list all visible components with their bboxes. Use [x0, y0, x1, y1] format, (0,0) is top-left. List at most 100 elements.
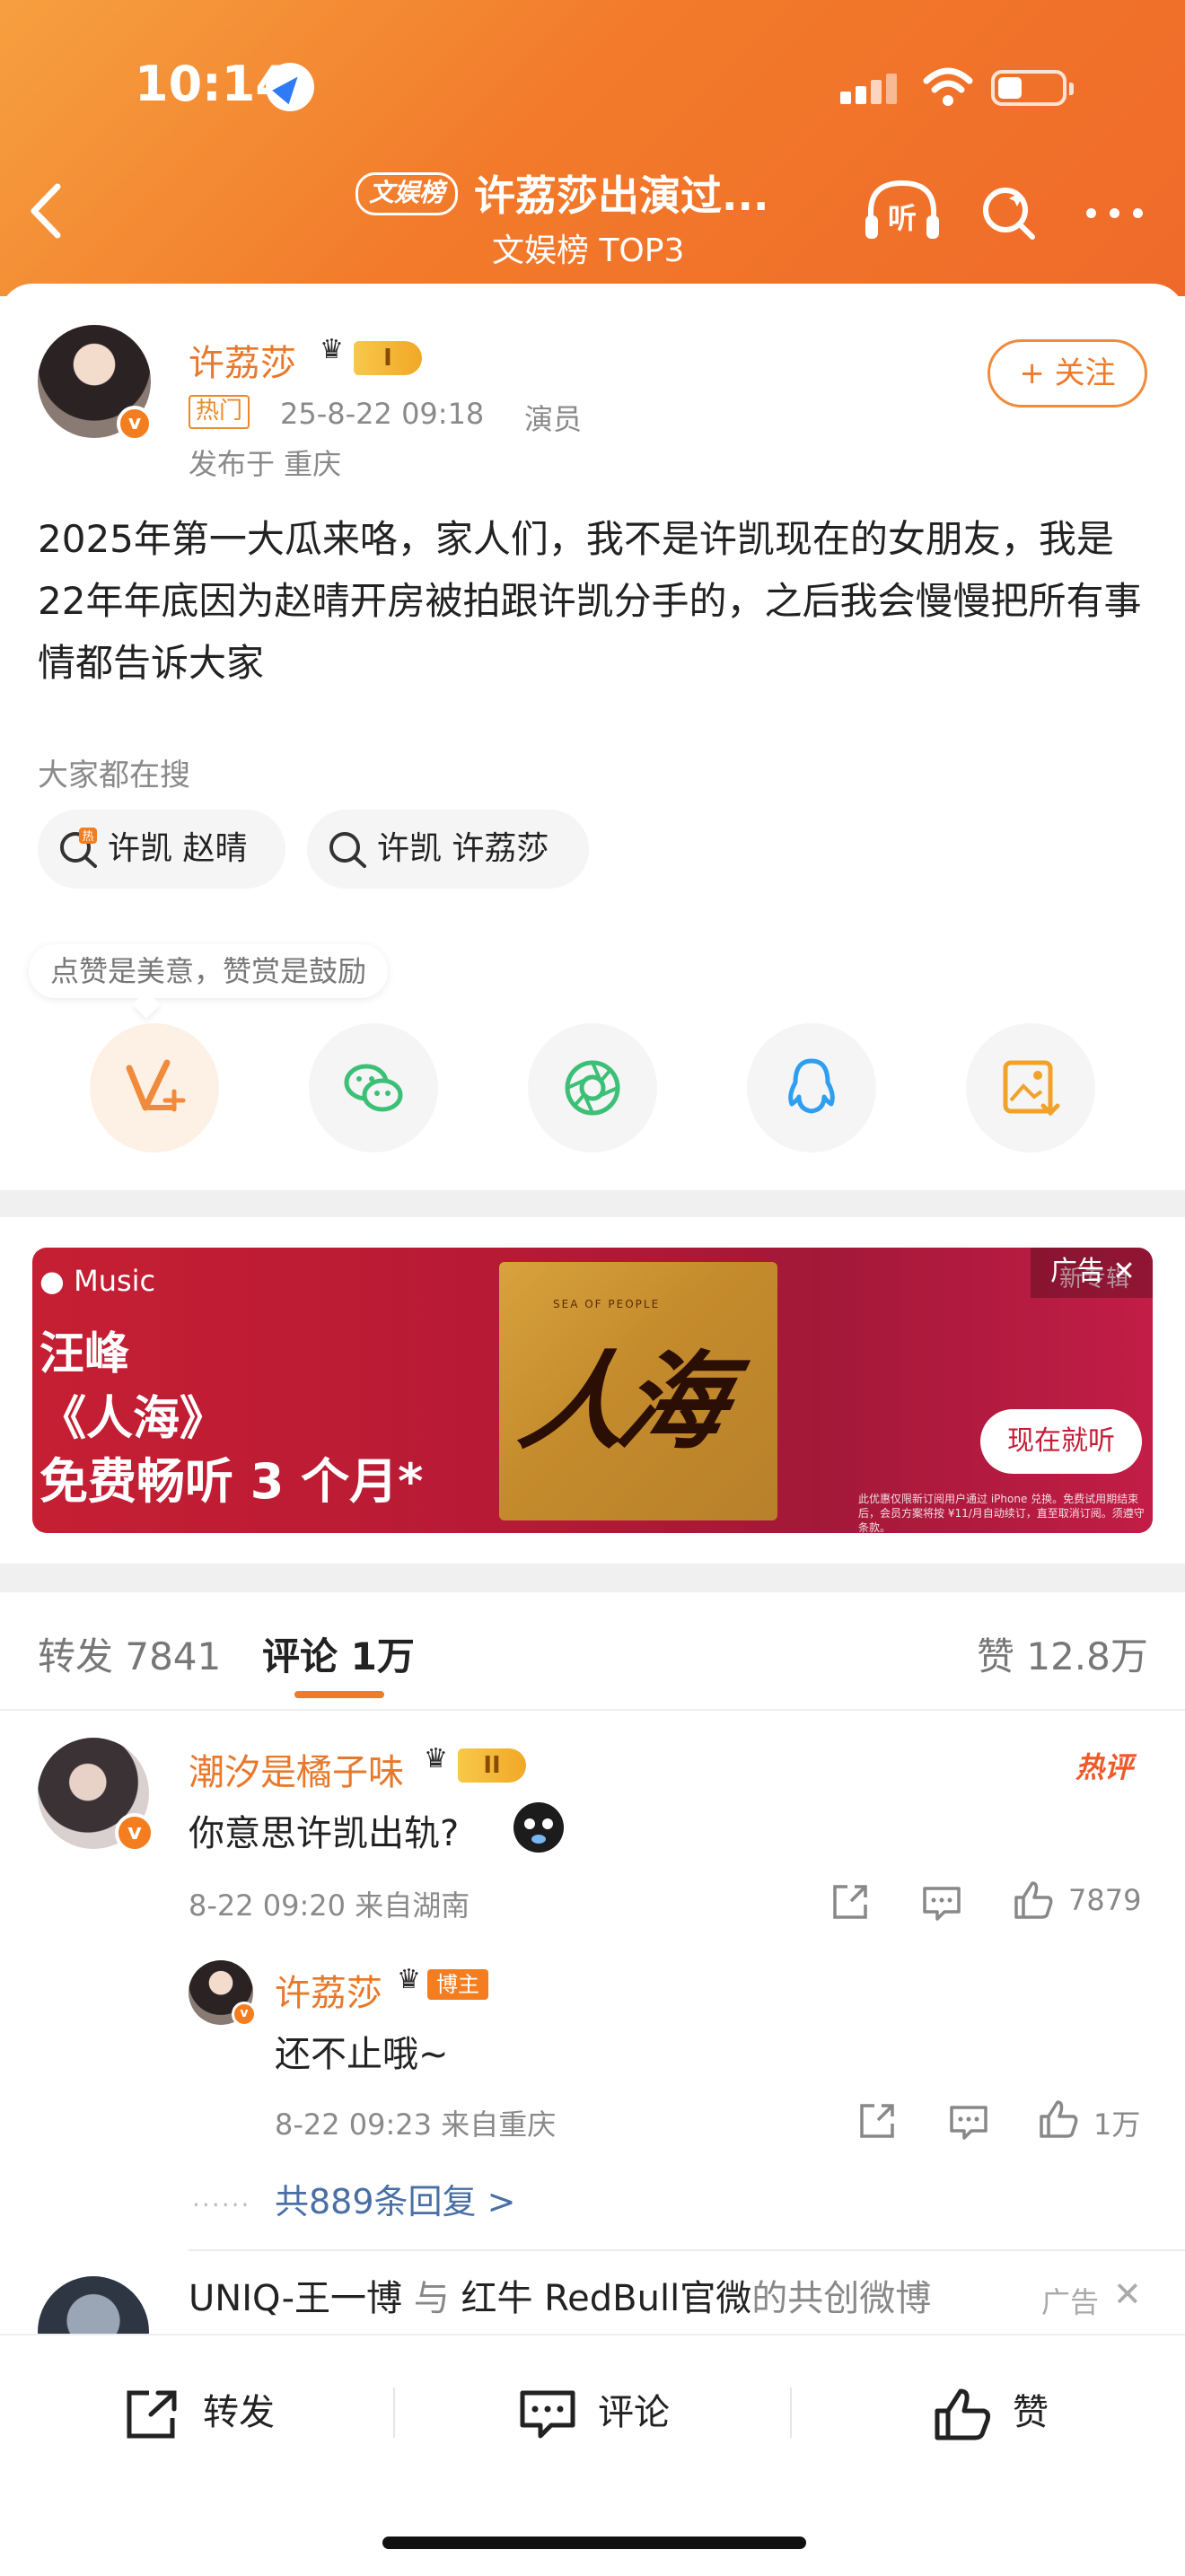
- ad-artist: 汪峰: [40, 1327, 129, 1380]
- home-indicator: [382, 2537, 806, 2549]
- reply-to-reply-icon[interactable]: [948, 2102, 989, 2143]
- reply-comment-icon[interactable]: [921, 1883, 962, 1924]
- blogger-badge: 博主: [427, 1969, 488, 2000]
- post-location: 发布于 重庆: [189, 447, 342, 481]
- save-image-icon: [1003, 1060, 1060, 1117]
- ad-cta-button[interactable]: 现在就听: [980, 1409, 1142, 1474]
- tab-likes[interactable]: 赞 12.8万: [977, 1626, 1148, 1681]
- bar-separator: [790, 2388, 792, 2438]
- crown-icon: ♛: [424, 1743, 448, 1774]
- comment-icon: [520, 2390, 575, 2439]
- cellular-signal-icon: [840, 72, 912, 104]
- search-icon[interactable]: [979, 183, 1038, 242]
- section-divider: [0, 1564, 1185, 1592]
- search-chip-label: 许凯 赵晴: [108, 830, 248, 867]
- verified-badge-icon: v: [117, 406, 153, 442]
- battery-icon: [991, 70, 1074, 106]
- comment-divider: [189, 2249, 1185, 2251]
- svg-text:热: 热: [82, 830, 93, 844]
- commenter-name[interactable]: 潮汐是橘子味: [189, 1743, 404, 1795]
- share-moments-button[interactable]: [528, 1023, 657, 1152]
- back-chevron-icon[interactable]: [25, 180, 68, 242]
- trending-search-label: 大家都在搜: [38, 758, 190, 793]
- bottom-like-label: 赞: [1013, 2392, 1049, 2433]
- comment-meta: 8-22 09:20 来自湖南: [189, 1888, 470, 1923]
- like-thumb-icon: [935, 2388, 990, 2440]
- listen-headphones-icon[interactable]: 听: [862, 176, 943, 248]
- location-arrow-icon: [266, 63, 314, 111]
- crown-icon: ♛: [320, 334, 344, 365]
- album-cover: SEA OF PEOPLE 人海: [499, 1262, 777, 1520]
- more-options-icon[interactable]: [1086, 208, 1144, 219]
- post-time: 25-8-22 09:18: [280, 397, 485, 431]
- crown-icon: ♛: [397, 1964, 421, 1995]
- verified-badge-icon: v: [115, 1813, 154, 1853]
- ad-label[interactable]: 广告 ✕: [1031, 1248, 1153, 1298]
- reply-author-name[interactable]: 许荔莎: [275, 1964, 382, 2016]
- moments-aperture-icon: [565, 1060, 620, 1116]
- cocreate-ad-label: 广告: [1041, 2285, 1100, 2319]
- bar-separator: [393, 2388, 395, 2438]
- tab-comments[interactable]: 评论 1万: [262, 1626, 415, 1681]
- qq-penguin-icon: [788, 1058, 835, 1114]
- share-reply-icon[interactable]: [856, 2100, 898, 2142]
- reward-tip-bubble: 点赞是美意，赞赏是鼓励: [29, 944, 389, 998]
- share-comment-icon[interactable]: [830, 1881, 871, 1923]
- cocreate-suffix: 的共创微博: [751, 2278, 932, 2319]
- emoji-icon: [514, 1802, 564, 1853]
- tabs-divider: [0, 1709, 1185, 1711]
- ad-offer: 免费畅听 3 个月*: [40, 1453, 424, 1510]
- follow-button[interactable]: + 关注: [988, 339, 1147, 407]
- bottom-like-button[interactable]: 赞: [934, 2377, 1049, 2449]
- cocreate-connector: 与: [413, 2278, 450, 2319]
- topic-title[interactable]: 许荔莎出演过...: [474, 163, 768, 223]
- reply-text: 还不止哦~: [275, 2034, 449, 2075]
- topic-subtitle: 文娱榜 TOP3: [492, 232, 685, 269]
- author-role: 演员: [524, 402, 583, 436]
- view-all-replies-link[interactable]: 共889条回复 >: [275, 2174, 515, 2223]
- tab-reposts[interactable]: 转发 7841: [38, 1626, 221, 1681]
- verified-badge-icon: v: [232, 2002, 257, 2027]
- search-chip-2[interactable]: 许凯 许荔莎: [307, 810, 589, 889]
- bottom-comment-button[interactable]: 评论: [519, 2377, 670, 2449]
- ad-album: 《人海》: [40, 1392, 227, 1446]
- save-image-button[interactable]: [966, 1023, 1095, 1152]
- share-wechat-button[interactable]: [309, 1023, 438, 1152]
- svg-text:听: 听: [888, 201, 917, 235]
- member-level-badge: I: [354, 341, 422, 375]
- author-name[interactable]: 许荔莎: [189, 334, 296, 386]
- active-tab-indicator: [294, 1691, 384, 1698]
- cocreate-line[interactable]: UNIQ-王一博 与 红牛 RedBull官微的共创微博: [189, 2269, 931, 2321]
- top-header: 10:14 文娱榜 许荔莎出演过... 文娱榜 TOP3 听: [0, 0, 1185, 296]
- reply-meta: 8-22 09:23 来自重庆: [275, 2107, 557, 2142]
- bottom-comment-label: 评论: [598, 2392, 670, 2433]
- hot-search-icon: 热: [60, 828, 97, 868]
- hot-comment-badge: 热评: [1075, 1750, 1134, 1784]
- music-ad-banner[interactable]: ● Music 汪峰 《人海》 免费畅听 3 个月* SEA OF PEOPLE…: [32, 1248, 1153, 1533]
- reward-v-plus-icon: [126, 1059, 186, 1112]
- bottom-repost-button[interactable]: 转发: [124, 2377, 275, 2449]
- bottom-repost-label: 转发: [203, 2392, 275, 2433]
- reply-thread-dots: ······: [192, 2190, 251, 2220]
- reward-button[interactable]: [90, 1023, 219, 1152]
- close-icon[interactable]: ✕: [1113, 2274, 1142, 2314]
- cocreate-user-1[interactable]: UNIQ-王一博: [189, 2278, 402, 2319]
- repost-icon: [127, 2390, 177, 2439]
- wifi-icon: [923, 67, 973, 106]
- comment-like-count: 7879: [1068, 1883, 1142, 1917]
- search-icon: [329, 832, 366, 868]
- search-chip-label: 许凯 许荔莎: [377, 830, 549, 867]
- member-level-badge: II: [458, 1748, 526, 1783]
- like-thumb-icon[interactable]: [1013, 1879, 1054, 1921]
- like-thumb-icon[interactable]: [1038, 2098, 1079, 2140]
- album-title-art: 人海: [511, 1340, 732, 1464]
- comment-text: 你意思许凯出轨?: [189, 1813, 460, 1854]
- reply-like-count: 1万: [1093, 2107, 1141, 2142]
- topic-category-badge: 文娱榜: [356, 172, 459, 215]
- cocreate-user-2[interactable]: 红牛 RedBull官微: [461, 2278, 751, 2319]
- share-qq-button[interactable]: [747, 1023, 876, 1152]
- post-body-text: 2025年第一大瓜来咯，家人们，我不是许凯现在的女朋友，我是22年年底因为赵晴开…: [38, 517, 1142, 685]
- wechat-icon: [344, 1064, 403, 1112]
- section-divider: [0, 1190, 1185, 1217]
- search-chip-1[interactable]: 热 许凯 赵晴: [38, 810, 285, 889]
